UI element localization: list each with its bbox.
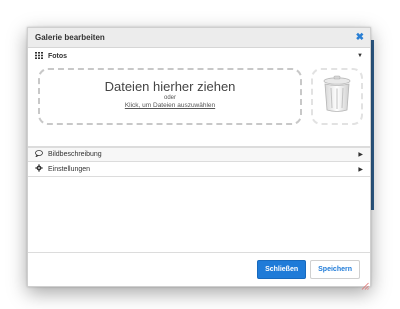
dialog-titlebar[interactable]: Galerie bearbeiten ✖ bbox=[28, 28, 370, 48]
chevron-down-icon[interactable]: ▼ bbox=[357, 53, 363, 59]
section-settings[interactable]: Einstellungen ▶ bbox=[28, 162, 370, 177]
select-files-link[interactable]: Klick, um Dateien auszuwählen bbox=[40, 102, 300, 109]
dropzone-title: Dateien hierher ziehen bbox=[104, 79, 236, 94]
dialog-title: Galerie bearbeiten bbox=[35, 33, 105, 42]
chevron-right-icon[interactable]: ▶ bbox=[358, 166, 363, 173]
file-dropzone[interactable]: Dateien hierher ziehen oder Klick, um Da… bbox=[38, 68, 302, 125]
resize-handle-icon[interactable] bbox=[361, 277, 369, 290]
section-image-description[interactable]: Bildbeschreibung ▶ bbox=[28, 147, 370, 162]
dropzone-or-text: oder bbox=[163, 95, 176, 101]
trash-dropzone[interactable] bbox=[311, 68, 363, 125]
section-image-description-label: Bildbeschreibung bbox=[48, 151, 102, 158]
grid-icon bbox=[35, 51, 45, 61]
section-settings-label: Einstellungen bbox=[48, 165, 91, 173]
chevron-right-icon[interactable]: ▶ bbox=[358, 151, 363, 158]
close-icon[interactable]: ✖ bbox=[356, 32, 364, 43]
save-button[interactable]: Speichern bbox=[310, 260, 360, 279]
close-button[interactable]: Schließen bbox=[257, 260, 307, 279]
dialog-footer: Schließen Speichern bbox=[28, 252, 370, 286]
photos-section-header[interactable]: Fotos ▼ bbox=[28, 48, 370, 64]
trash-can-icon bbox=[322, 75, 352, 118]
photos-section-label: Fotos bbox=[48, 52, 68, 60]
speech-bubble-icon bbox=[34, 150, 45, 159]
photos-section-body: Dateien hierher ziehen oder Klick, um Da… bbox=[28, 64, 370, 147]
gear-icon bbox=[35, 164, 45, 174]
edit-gallery-dialog: Galerie bearbeiten ✖ Fotos ▼ Dateien hie… bbox=[27, 27, 371, 290]
